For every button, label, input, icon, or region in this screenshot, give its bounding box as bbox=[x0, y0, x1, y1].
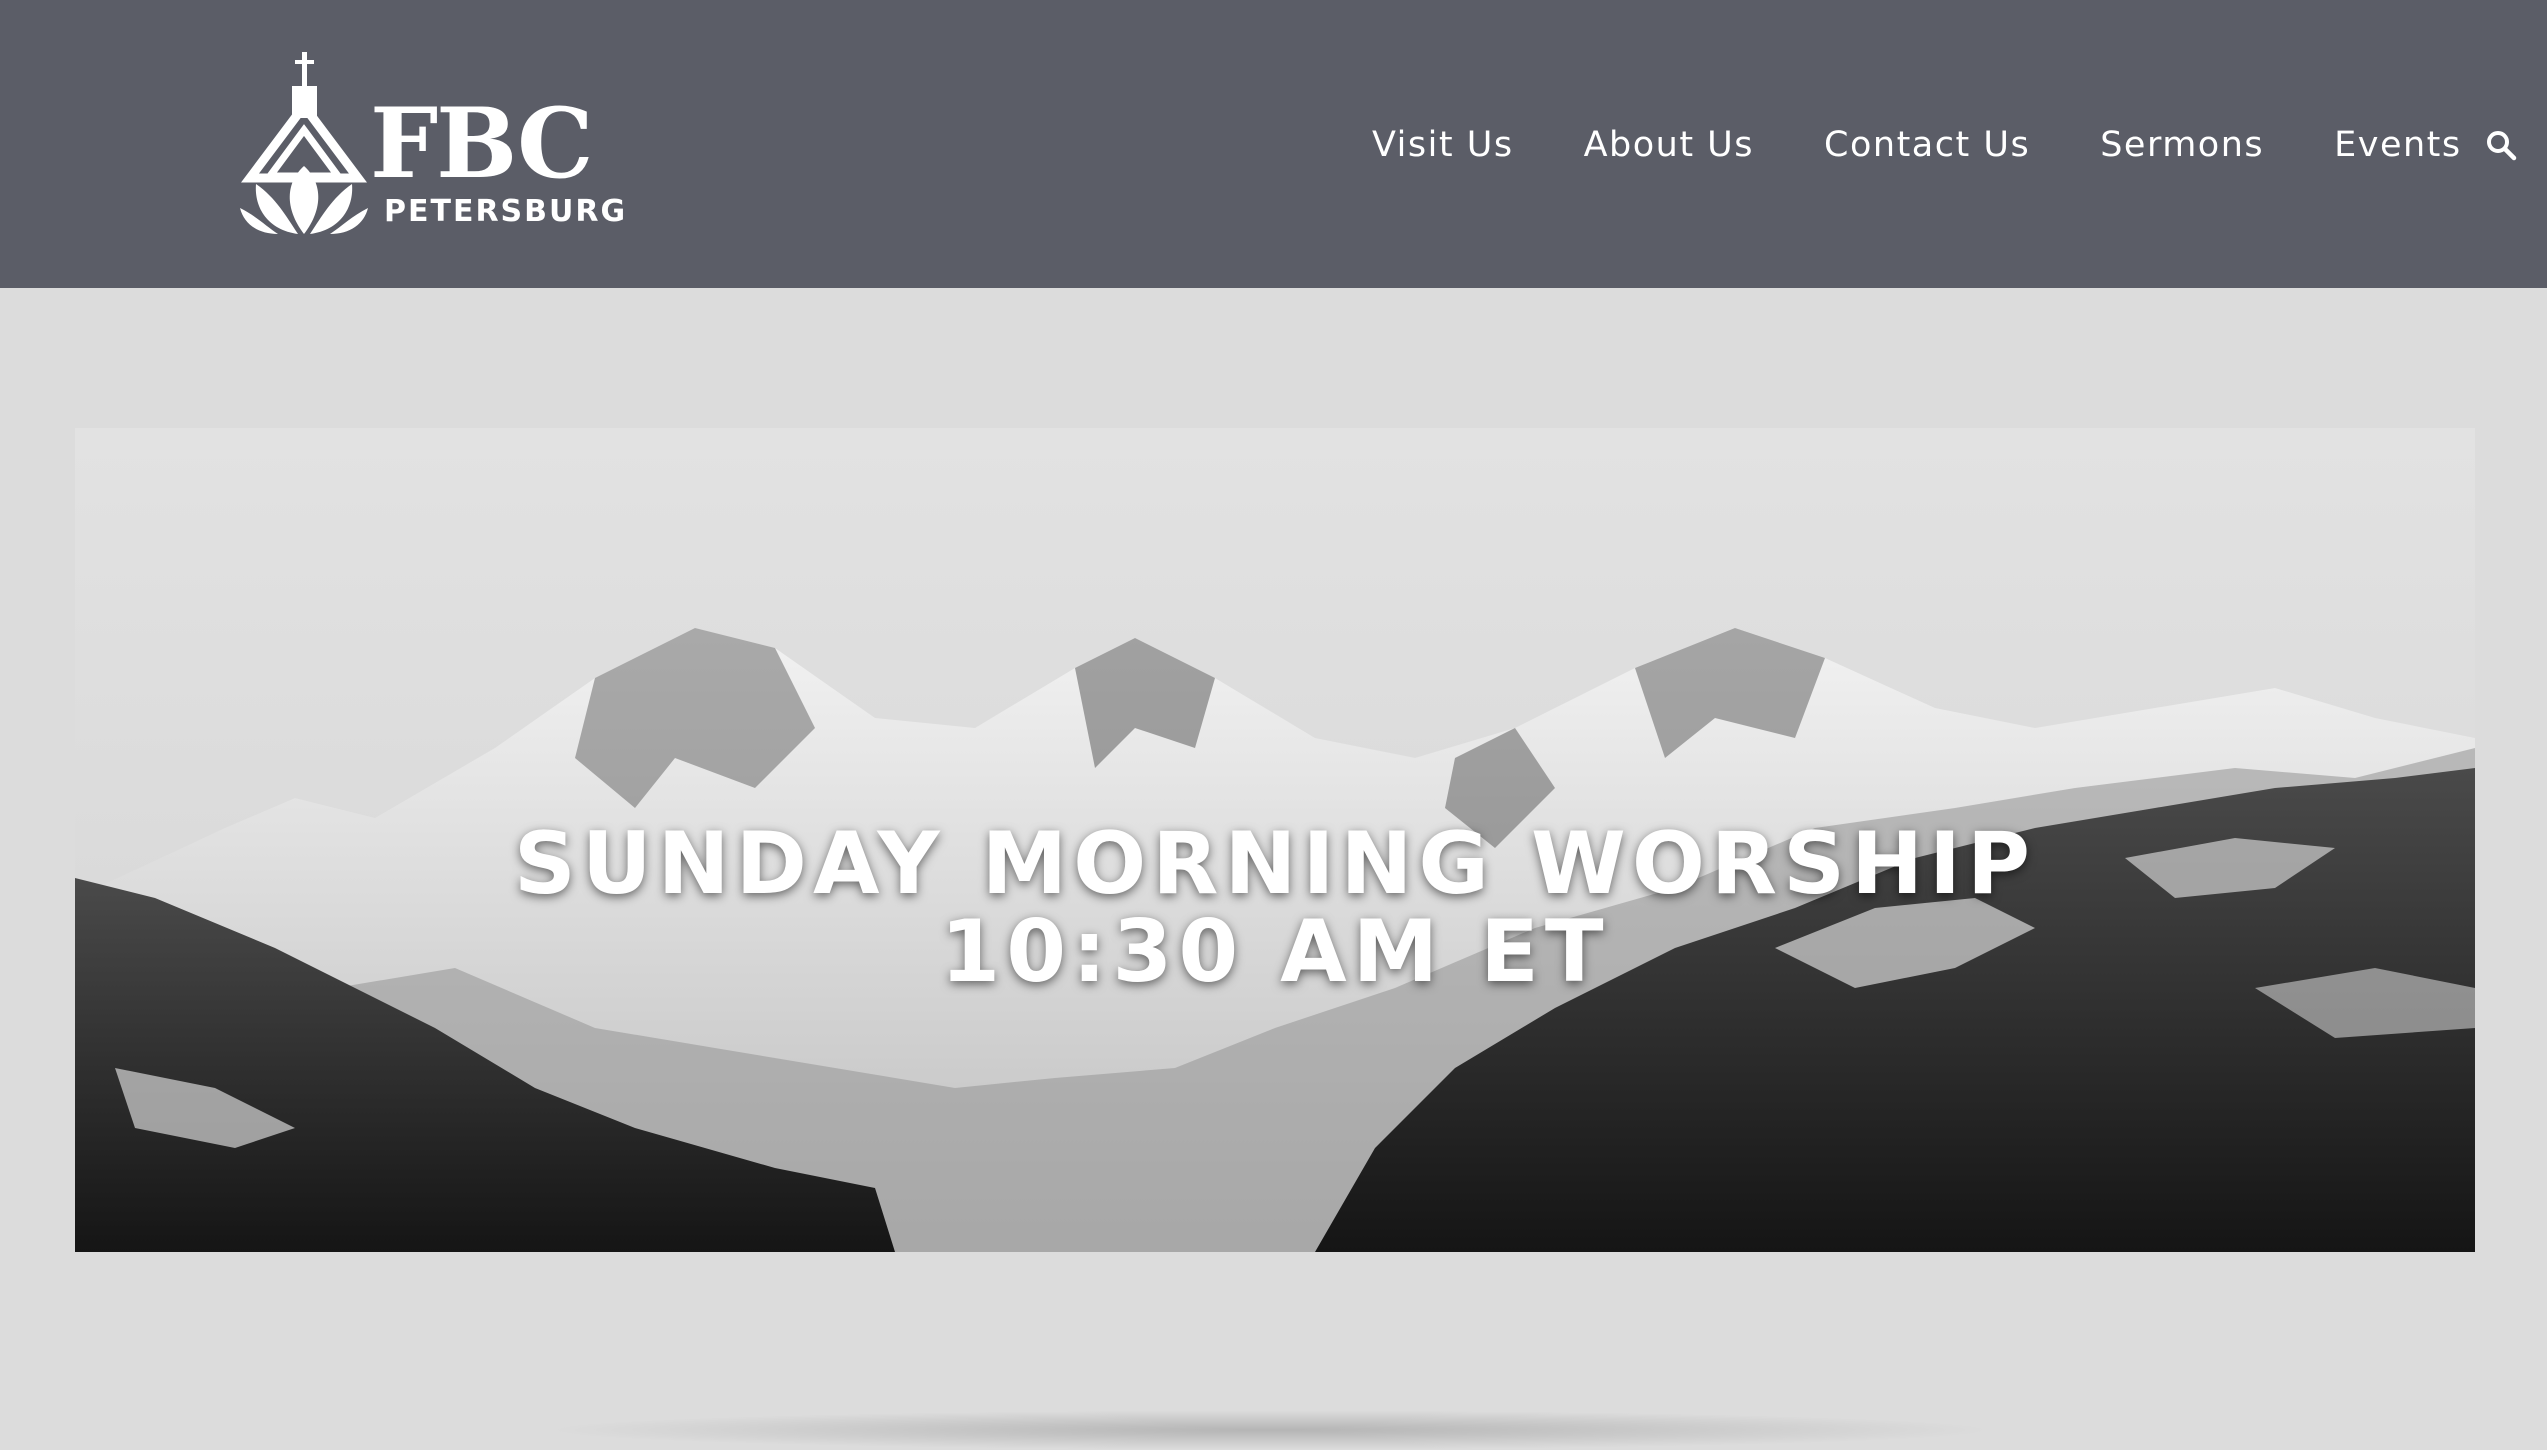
nav-sermons[interactable]: Sermons bbox=[2100, 123, 2264, 167]
hero-title: SUNDAY MORNING WORSHIP 10:30 AM ET bbox=[75, 820, 2475, 996]
nav-events[interactable]: Events bbox=[2334, 123, 2462, 167]
hero-title-line2: 10:30 AM ET bbox=[940, 902, 1610, 1002]
site-header: FBC PETERSBURG Visit Us About Us Contact… bbox=[0, 0, 2547, 288]
site-logo[interactable]: FBC PETERSBURG bbox=[238, 48, 625, 238]
nav-about-us[interactable]: About Us bbox=[1584, 123, 1754, 167]
search-icon[interactable] bbox=[2484, 128, 2518, 162]
hero-banner: SUNDAY MORNING WORSHIP 10:30 AM ET bbox=[75, 428, 2475, 1252]
nav-contact-us[interactable]: Contact Us bbox=[1824, 123, 2030, 167]
nav-visit-us[interactable]: Visit Us bbox=[1372, 123, 1514, 167]
hero-title-line1: SUNDAY MORNING WORSHIP bbox=[513, 814, 2037, 914]
logo-subtitle: PETERSBURG bbox=[384, 194, 628, 229]
main-nav: Visit Us About Us Contact Us Sermons Eve… bbox=[1372, 120, 2518, 170]
logo-wordmark: FBC bbox=[370, 87, 593, 200]
content-card-shadow bbox=[540, 1410, 2000, 1450]
